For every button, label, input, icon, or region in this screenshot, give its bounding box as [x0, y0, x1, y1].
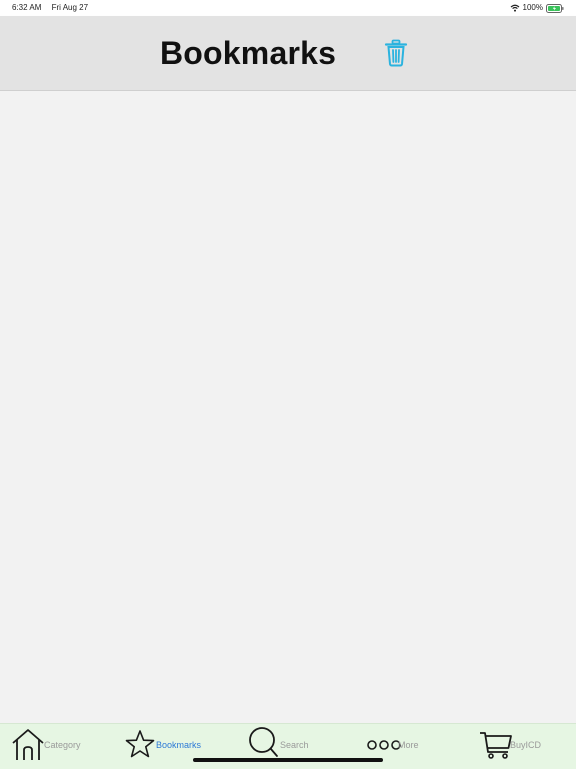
tab-buyicd[interactable]: BuyICD [478, 724, 568, 769]
tab-bar: Category Bookmarks Search More [0, 723, 576, 769]
status-left: 6:32 AM Fri Aug 27 [12, 0, 88, 16]
home-indicator [193, 758, 383, 762]
status-time: 6:32 AM [12, 3, 41, 12]
status-right: 100% [510, 0, 564, 16]
tab-label: Category [44, 740, 81, 750]
status-bar: 6:32 AM Fri Aug 27 100% [0, 0, 576, 16]
search-icon [246, 726, 282, 760]
tab-category[interactable]: Category [10, 724, 110, 769]
tab-more[interactable]: More [366, 724, 456, 769]
status-date: Fri Aug 27 [52, 3, 88, 12]
battery-icon [546, 4, 564, 13]
tab-label: Bookmarks [156, 740, 201, 750]
page-title: Bookmarks [160, 34, 336, 72]
delete-bookmarks-button[interactable] [380, 39, 412, 71]
tab-search[interactable]: Search [246, 724, 336, 769]
tab-label: More [398, 740, 419, 750]
star-icon [122, 726, 158, 760]
more-dots-icon [366, 726, 402, 760]
tab-label: BuyICD [510, 740, 541, 750]
battery-percent: 100% [523, 0, 543, 16]
house-icon [10, 726, 46, 760]
trash-icon [384, 39, 408, 72]
tab-bookmarks[interactable]: Bookmarks [122, 724, 222, 769]
wifi-icon [510, 4, 520, 12]
bookmarks-list [0, 91, 576, 723]
tab-label: Search [280, 740, 309, 750]
navigation-header: Bookmarks [0, 16, 576, 91]
cart-icon [478, 726, 514, 760]
